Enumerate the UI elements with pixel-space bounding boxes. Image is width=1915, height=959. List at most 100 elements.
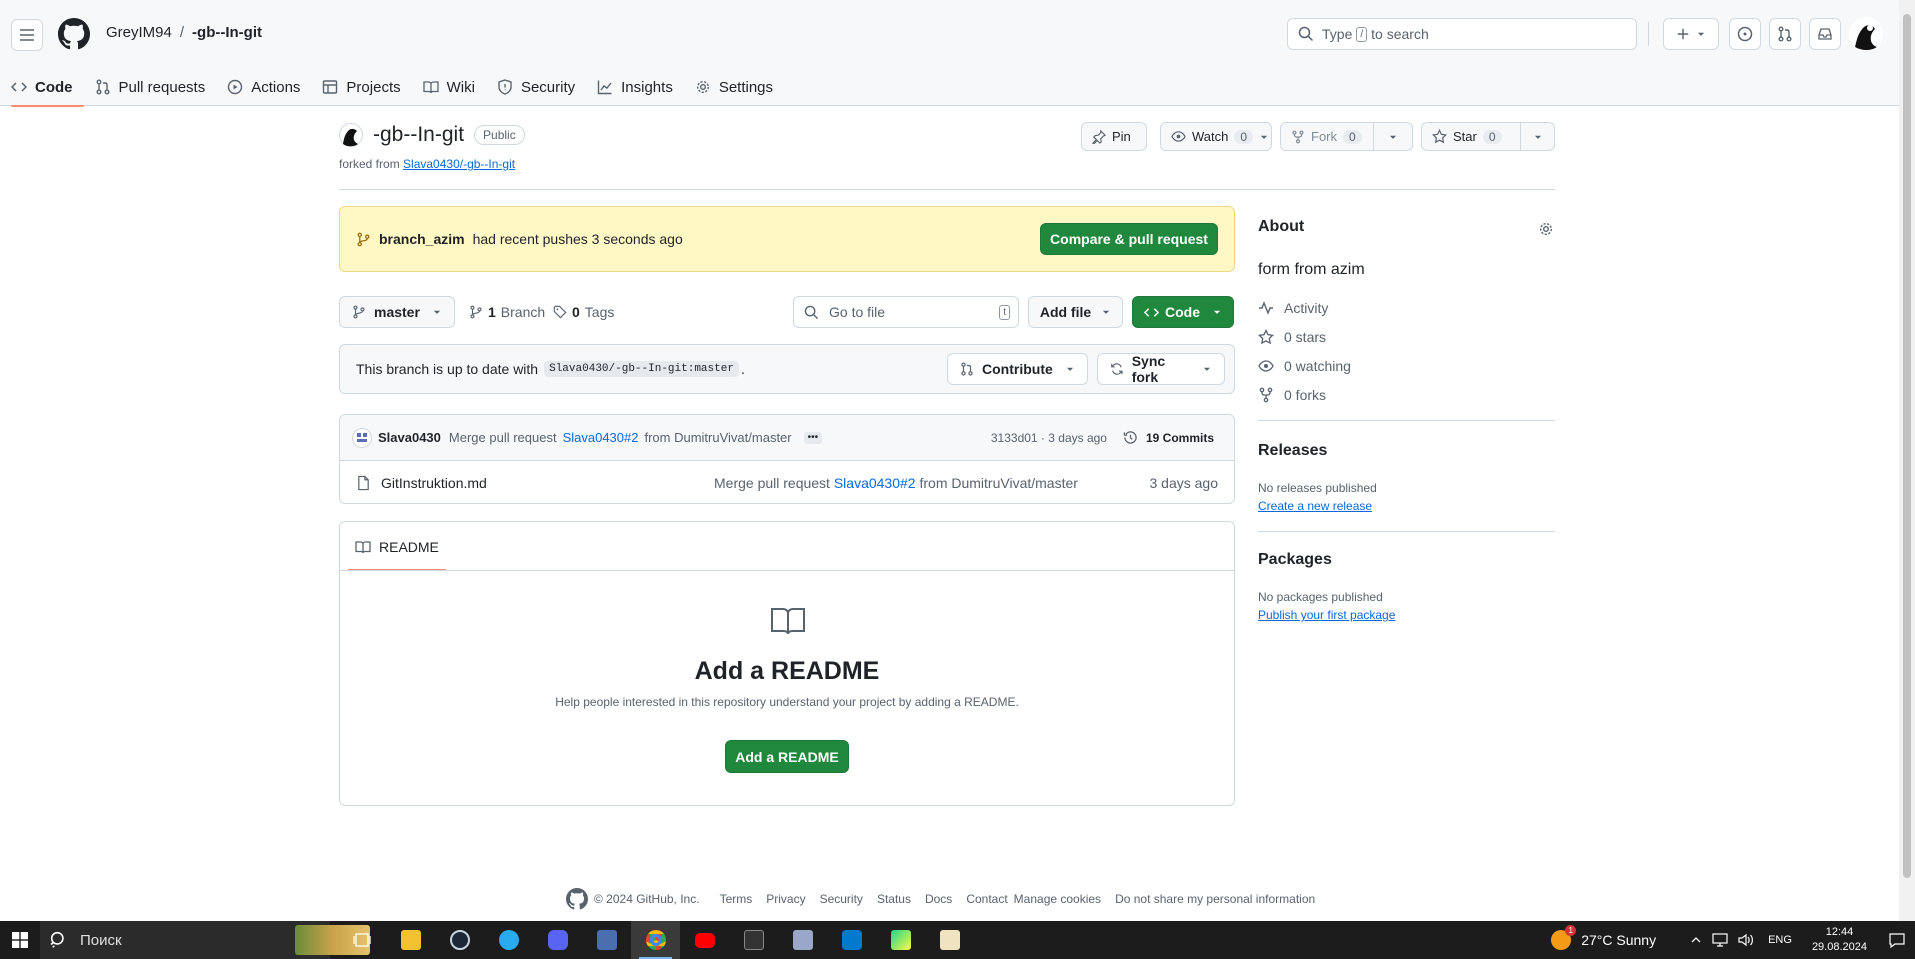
pushed-branch-name[interactable]: branch_azim <box>379 231 465 247</box>
windows-start-button[interactable] <box>0 921 40 959</box>
packages-title[interactable]: Packages <box>1258 551 1332 569</box>
branches-link[interactable]: 1 Branch <box>469 304 545 320</box>
taskbar-discord[interactable] <box>533 921 582 959</box>
branch-selector[interactable]: master <box>339 296 455 328</box>
fork-button[interactable]: Fork 0 <box>1280 122 1413 151</box>
language-indicator[interactable]: ENG <box>1768 934 1792 946</box>
tab-wiki[interactable]: Wiki <box>412 68 486 106</box>
taskbar-steam[interactable] <box>435 921 484 959</box>
tab-insights[interactable]: Insights <box>586 68 684 106</box>
breadcrumb-repo[interactable]: -gb--In-git <box>192 24 262 41</box>
forked-source-link[interactable]: Slava0430/-gb--In-git <box>403 157 515 171</box>
tab-readme[interactable]: README <box>348 522 446 571</box>
watch-button[interactable]: Watch 0 <box>1160 122 1272 151</box>
taskbar-app-files[interactable] <box>925 921 974 959</box>
sync-fork-button[interactable]: Sync fork <box>1097 353 1225 385</box>
file-row[interactable]: GitInstruktion.md Merge pull request Sla… <box>340 461 1234 503</box>
tab-settings[interactable]: Settings <box>684 68 784 106</box>
star-dropdown[interactable] <box>1520 123 1554 150</box>
go-to-file-input[interactable]: Go to file t <box>793 296 1019 328</box>
taskbar-explorer[interactable] <box>386 921 435 959</box>
taskbar-youtube[interactable] <box>680 921 729 959</box>
footer-link-privacy[interactable]: Privacy <box>766 892 805 906</box>
contribute-button[interactable]: Contribute <box>947 353 1088 385</box>
taskbar-telegram[interactable] <box>484 921 533 959</box>
file-commit-pr-link[interactable]: Slava0430#2 <box>834 475 916 491</box>
commits-count-link[interactable]: 19 Commits <box>1146 431 1214 445</box>
create-new-button[interactable] <box>1663 18 1719 50</box>
taskbar-chrome[interactable] <box>631 921 680 959</box>
add-file-button[interactable]: Add file <box>1028 296 1123 328</box>
page-scrollbar[interactable] <box>1899 0 1915 921</box>
footer-link-security[interactable]: Security <box>820 892 863 906</box>
menu-button[interactable] <box>11 19 43 51</box>
footer-link-manage-cookies[interactable]: Manage cookies <box>1014 892 1101 906</box>
create-release-link[interactable]: Create a new release <box>1258 499 1372 513</box>
task-view-button[interactable] <box>337 921 386 959</box>
fork-dropdown[interactable] <box>1373 123 1412 150</box>
pin-button[interactable]: Pin <box>1081 122 1147 151</box>
footer-link-terms[interactable]: Terms <box>720 892 753 906</box>
notifications-icon[interactable] <box>1889 932 1905 948</box>
breadcrumb-owner[interactable]: GreyIM94 <box>106 24 172 41</box>
taskbar-app-vm[interactable] <box>778 921 827 959</box>
global-search-input[interactable]: Type / to search <box>1287 18 1637 50</box>
add-readme-button[interactable]: Add a README <box>725 740 849 773</box>
weather-icon[interactable]: 1 <box>1551 925 1577 950</box>
tab-actions[interactable]: Actions <box>216 68 311 106</box>
tab-pull-requests[interactable]: Pull requests <box>84 68 217 106</box>
repo-name[interactable]: -gb--In-git <box>373 123 464 147</box>
commit-author[interactable]: Slava0430 <box>378 430 441 445</box>
compare-pull-request-button[interactable]: Compare & pull request <box>1040 223 1218 255</box>
header-divider-line <box>339 189 1555 190</box>
taskbar-app-sber[interactable] <box>729 921 778 959</box>
taskbar-calculator[interactable] <box>582 921 631 959</box>
footer-link-do-not-share[interactable]: Do not share my personal information <box>1115 892 1315 906</box>
issues-button[interactable] <box>1729 18 1761 50</box>
commit-author-avatar[interactable] <box>352 427 372 448</box>
inbox-button[interactable] <box>1809 18 1841 50</box>
tab-security[interactable]: Security <box>486 68 586 106</box>
taskbar-pycharm[interactable] <box>876 921 925 959</box>
tags-link[interactable]: 0 Tags <box>553 304 614 320</box>
watching-link[interactable]: 0 watching <box>1258 358 1351 374</box>
commit-message-prefix[interactable]: Merge pull request <box>449 430 557 445</box>
releases-title[interactable]: Releases <box>1258 442 1327 460</box>
forks-link[interactable]: 0 forks <box>1258 387 1326 403</box>
commit-message-suffix[interactable]: from DumitruVivat/master <box>644 430 791 445</box>
publish-package-link[interactable]: Publish your first package <box>1258 608 1395 622</box>
taskbar-vscode[interactable] <box>827 921 876 959</box>
star-button[interactable]: Star 0 <box>1421 122 1555 151</box>
weather-badge: 1 <box>1565 925 1577 936</box>
code-dropdown-button[interactable]: Code <box>1132 296 1234 328</box>
commit-hash-age[interactable]: 3133d01 · 3 days ago <box>991 431 1107 445</box>
clock[interactable]: 12:44 29.08.2024 <box>1812 925 1867 955</box>
volume-icon[interactable] <box>1738 933 1754 947</box>
weather-text[interactable]: 27°C Sunny <box>1581 932 1656 948</box>
tab-code[interactable]: Code <box>0 68 84 107</box>
file-name[interactable]: GitInstruktion.md <box>381 475 487 491</box>
history-icon <box>1123 431 1137 444</box>
footer-link-status[interactable]: Status <box>877 892 911 906</box>
footer-link-docs[interactable]: Docs <box>925 892 952 906</box>
scrollbar-thumb[interactable] <box>1903 14 1911 878</box>
pull-requests-button[interactable] <box>1769 18 1801 50</box>
file-commit-prefix[interactable]: Merge pull request <box>714 475 830 491</box>
chevron-up-icon[interactable] <box>1690 934 1702 946</box>
gear-icon[interactable] <box>1538 221 1554 237</box>
expand-commit-button[interactable]: ••• <box>803 431 823 444</box>
github-logo-icon[interactable] <box>58 18 90 50</box>
upstream-ref[interactable]: Slava0430/-gb--In-git:master <box>544 361 739 377</box>
commit-pr-link[interactable]: Slava0430#2 <box>563 430 639 445</box>
tab-projects[interactable]: Projects <box>311 68 411 106</box>
stars-link[interactable]: 0 stars <box>1258 329 1326 345</box>
forked-prefix: forked from <box>339 157 400 171</box>
activity-link[interactable]: Activity <box>1258 300 1328 316</box>
footer-link-contact[interactable]: Contact <box>966 892 1007 906</box>
user-avatar[interactable] <box>1849 17 1883 51</box>
file-commit-suffix[interactable]: from DumitruVivat/master <box>919 475 1077 491</box>
network-icon[interactable] <box>1712 933 1728 947</box>
github-logo-icon[interactable] <box>566 888 588 910</box>
taskbar-search[interactable]: Поиск <box>40 921 370 959</box>
sync-period: . <box>740 361 745 377</box>
